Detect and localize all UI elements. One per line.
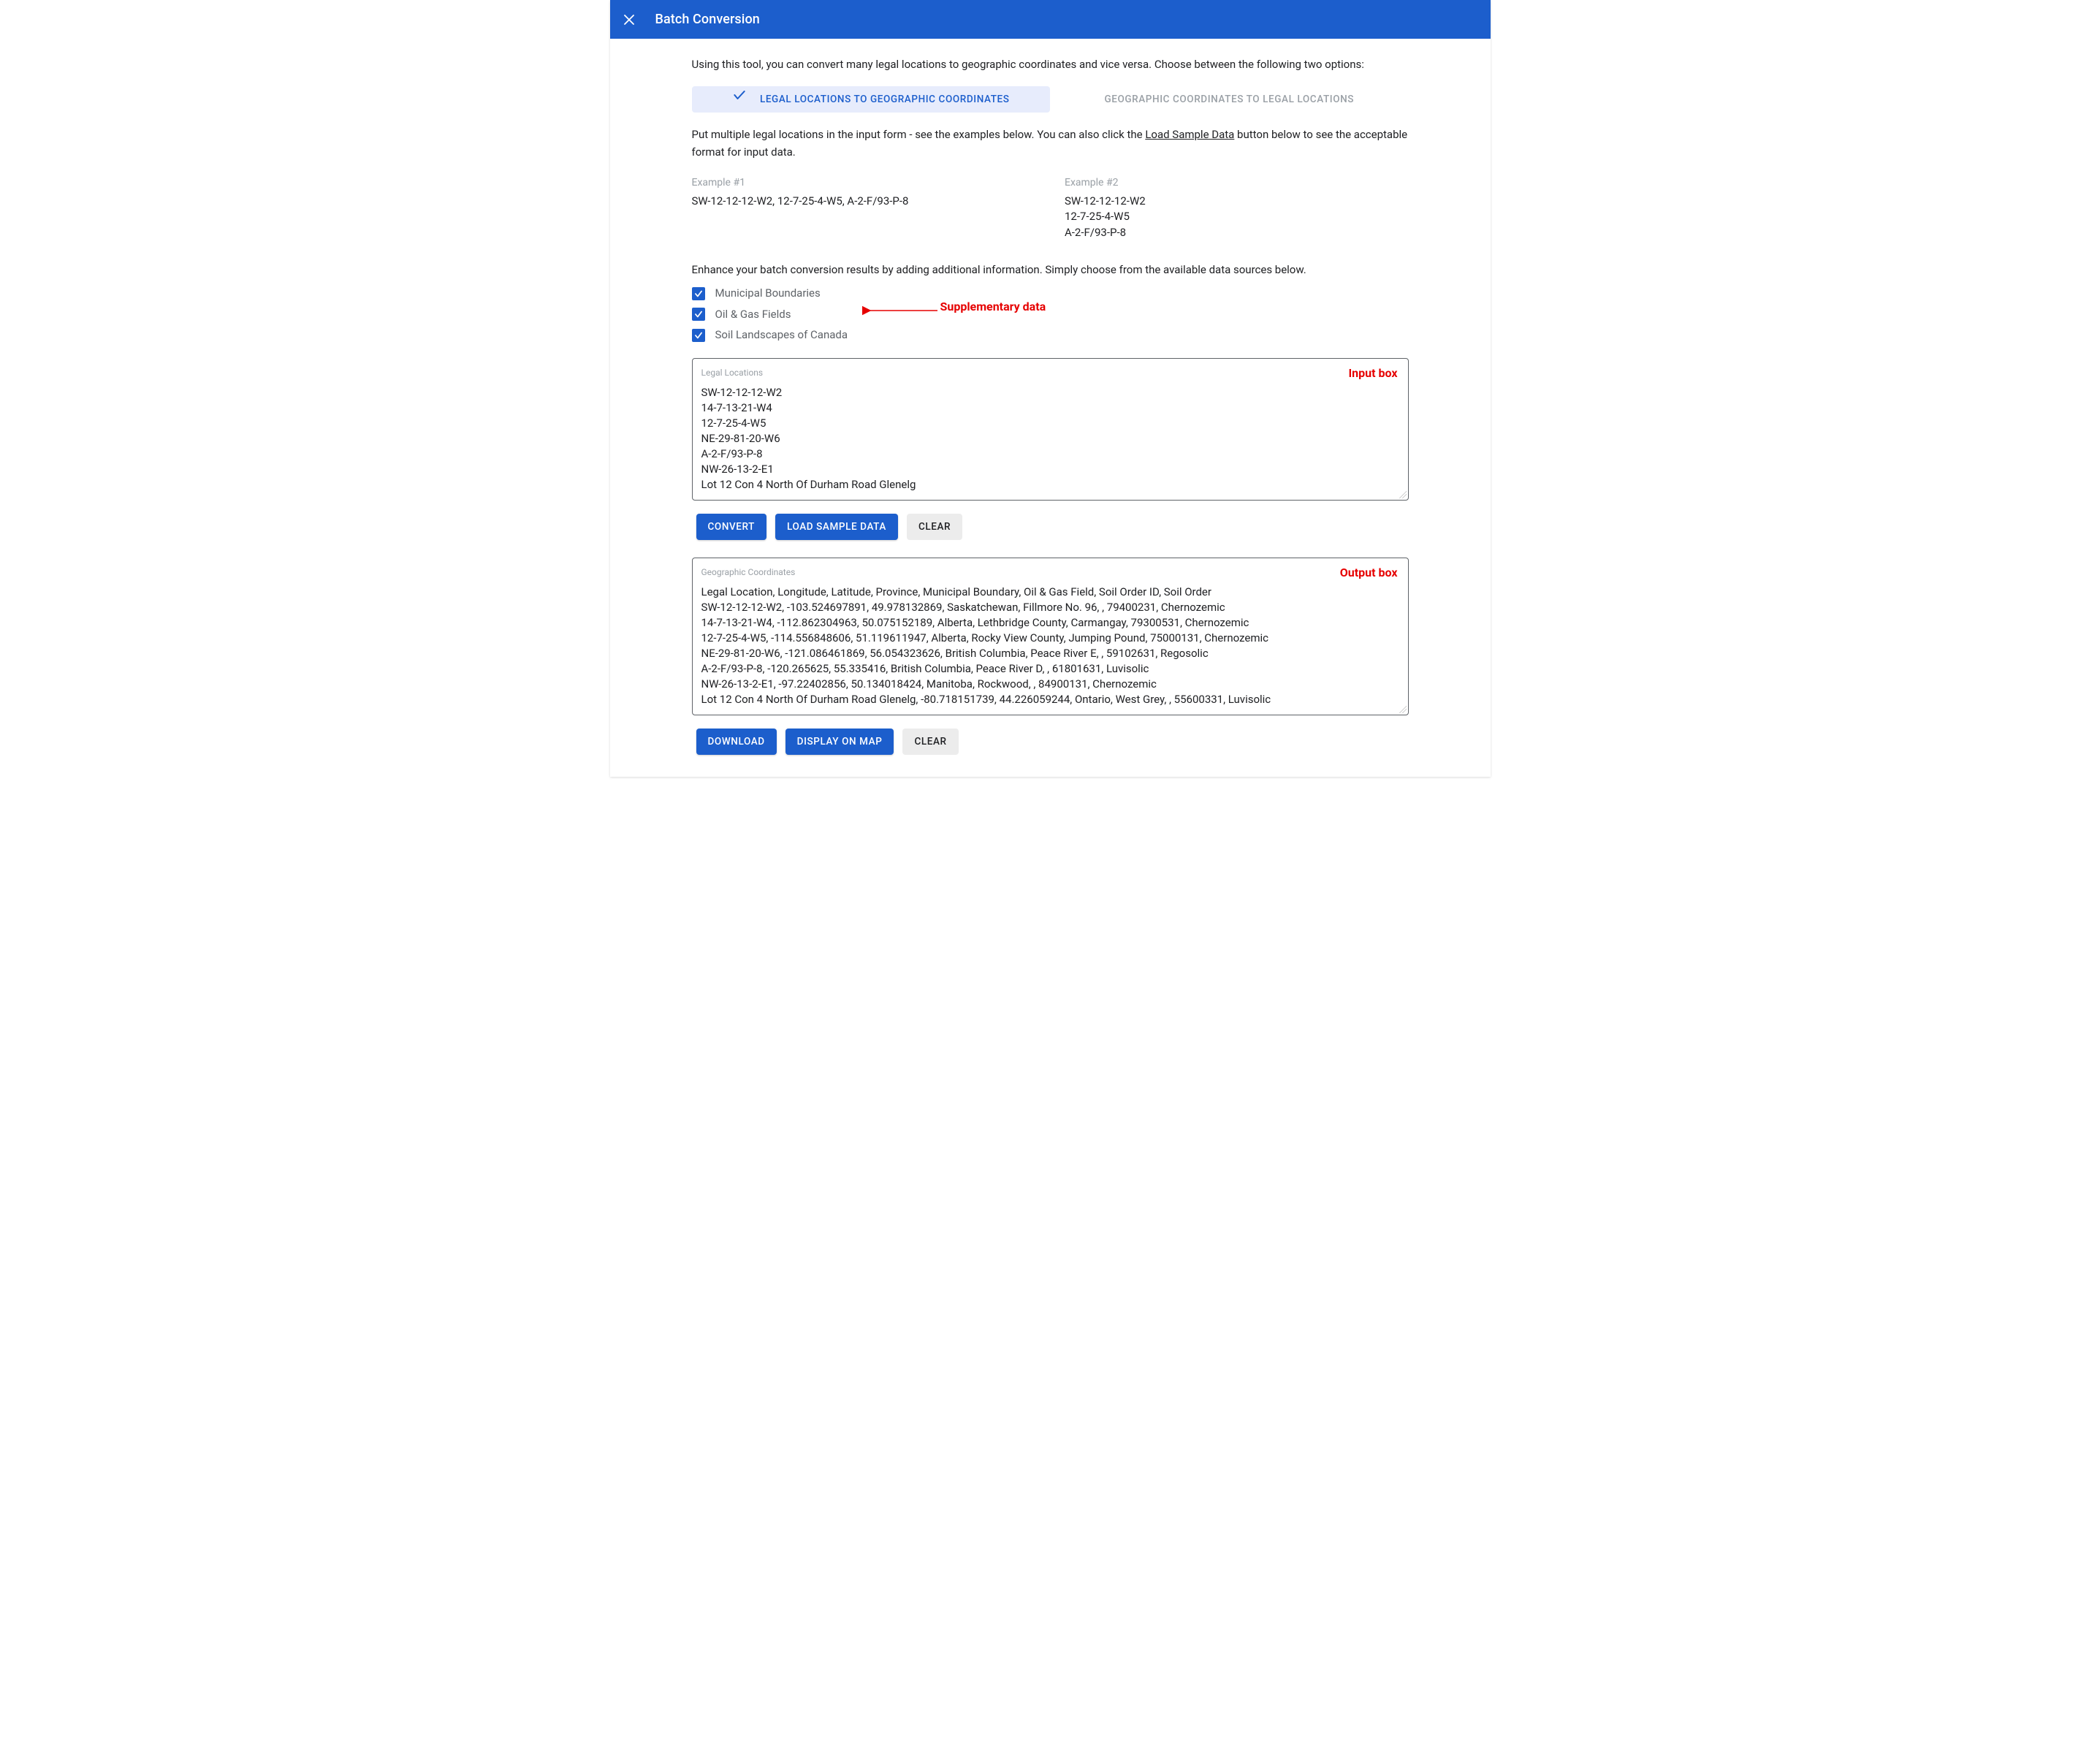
check-oil-gas[interactable]: Oil & Gas Fields <box>692 306 1409 323</box>
arrow-icon <box>864 304 937 321</box>
example-2: Example #2 SW-12-12-12-W2 12-7-25-4-W5 A… <box>1065 175 1409 241</box>
page-title: Batch Conversion <box>655 9 760 29</box>
check-label: Oil & Gas Fields <box>715 306 791 323</box>
data-source-checks: Municipal Boundaries Oil & Gas Fields So… <box>692 285 1409 343</box>
annotation-input-box: Input box <box>1348 365 1397 382</box>
checkbox-icon[interactable] <box>692 329 705 342</box>
example-1: Example #1 SW-12-12-12-W2, 12-7-25-4-W5,… <box>692 175 1036 241</box>
output-value[interactable]: Legal Location, Longitude, Latitude, Pro… <box>701 585 1399 707</box>
intro-text: Using this tool, you can convert many le… <box>692 56 1409 73</box>
app-bar: Batch Conversion <box>610 0 1491 39</box>
example-2-body: SW-12-12-12-W2 12-7-25-4-W5 A-2-F/93-P-8 <box>1065 194 1409 241</box>
enhance-text: Enhance your batch conversion results by… <box>692 262 1409 278</box>
clear-input-button[interactable]: CLEAR <box>907 514 962 540</box>
convert-button[interactable]: CONVERT <box>696 514 767 540</box>
tab-label: GEOGRAPHIC COORDINATES TO LEGAL LOCATION… <box>1104 94 1354 105</box>
input-value[interactable]: SW-12-12-12-W2 14-7-13-21-W4 12-7-25-4-W… <box>701 385 1399 492</box>
clear-output-button[interactable]: CLEAR <box>902 729 958 755</box>
check-soil[interactable]: Soil Landscapes of Canada <box>692 327 1409 343</box>
load-sample-button[interactable]: LOAD SAMPLE DATA <box>775 514 898 540</box>
example-1-body: SW-12-12-12-W2, 12-7-25-4-W5, A-2-F/93-P… <box>692 194 1036 210</box>
example-2-title: Example #2 <box>1065 175 1409 191</box>
download-button[interactable]: DOWNLOAD <box>696 729 777 755</box>
checkbox-icon[interactable] <box>692 287 705 300</box>
check-icon <box>732 86 747 113</box>
mode-tabs: LEGAL LOCATIONS TO GEOGRAPHIC COORDINATE… <box>692 86 1409 113</box>
tab-legal-to-geo[interactable]: LEGAL LOCATIONS TO GEOGRAPHIC COORDINATE… <box>692 86 1051 113</box>
annotation-supplementary: Supplementary data <box>940 298 1046 316</box>
geo-coordinates-output[interactable]: Geographic Coordinates Legal Location, L… <box>692 558 1409 715</box>
tab-label: LEGAL LOCATIONS TO GEOGRAPHIC COORDINATE… <box>760 86 1010 113</box>
check-label: Municipal Boundaries <box>715 285 821 302</box>
input-label: Legal Locations <box>701 366 1399 379</box>
check-label: Soil Landscapes of Canada <box>715 327 848 343</box>
output-label: Geographic Coordinates <box>701 566 1399 579</box>
subintro-text: Put multiple legal locations in the inpu… <box>692 126 1409 161</box>
example-1-title: Example #1 <box>692 175 1036 191</box>
annotation-output-box: Output box <box>1340 564 1398 582</box>
load-sample-link[interactable]: Load Sample Data <box>1145 128 1234 141</box>
tab-geo-to-legal[interactable]: GEOGRAPHIC COORDINATES TO LEGAL LOCATION… <box>1050 86 1409 113</box>
check-municipal[interactable]: Municipal Boundaries <box>692 285 1409 302</box>
legal-locations-input[interactable]: Legal Locations SW-12-12-12-W2 14-7-13-2… <box>692 358 1409 501</box>
display-on-map-button[interactable]: DISPLAY ON MAP <box>785 729 894 755</box>
close-icon[interactable] <box>620 11 638 28</box>
checkbox-icon[interactable] <box>692 308 705 321</box>
